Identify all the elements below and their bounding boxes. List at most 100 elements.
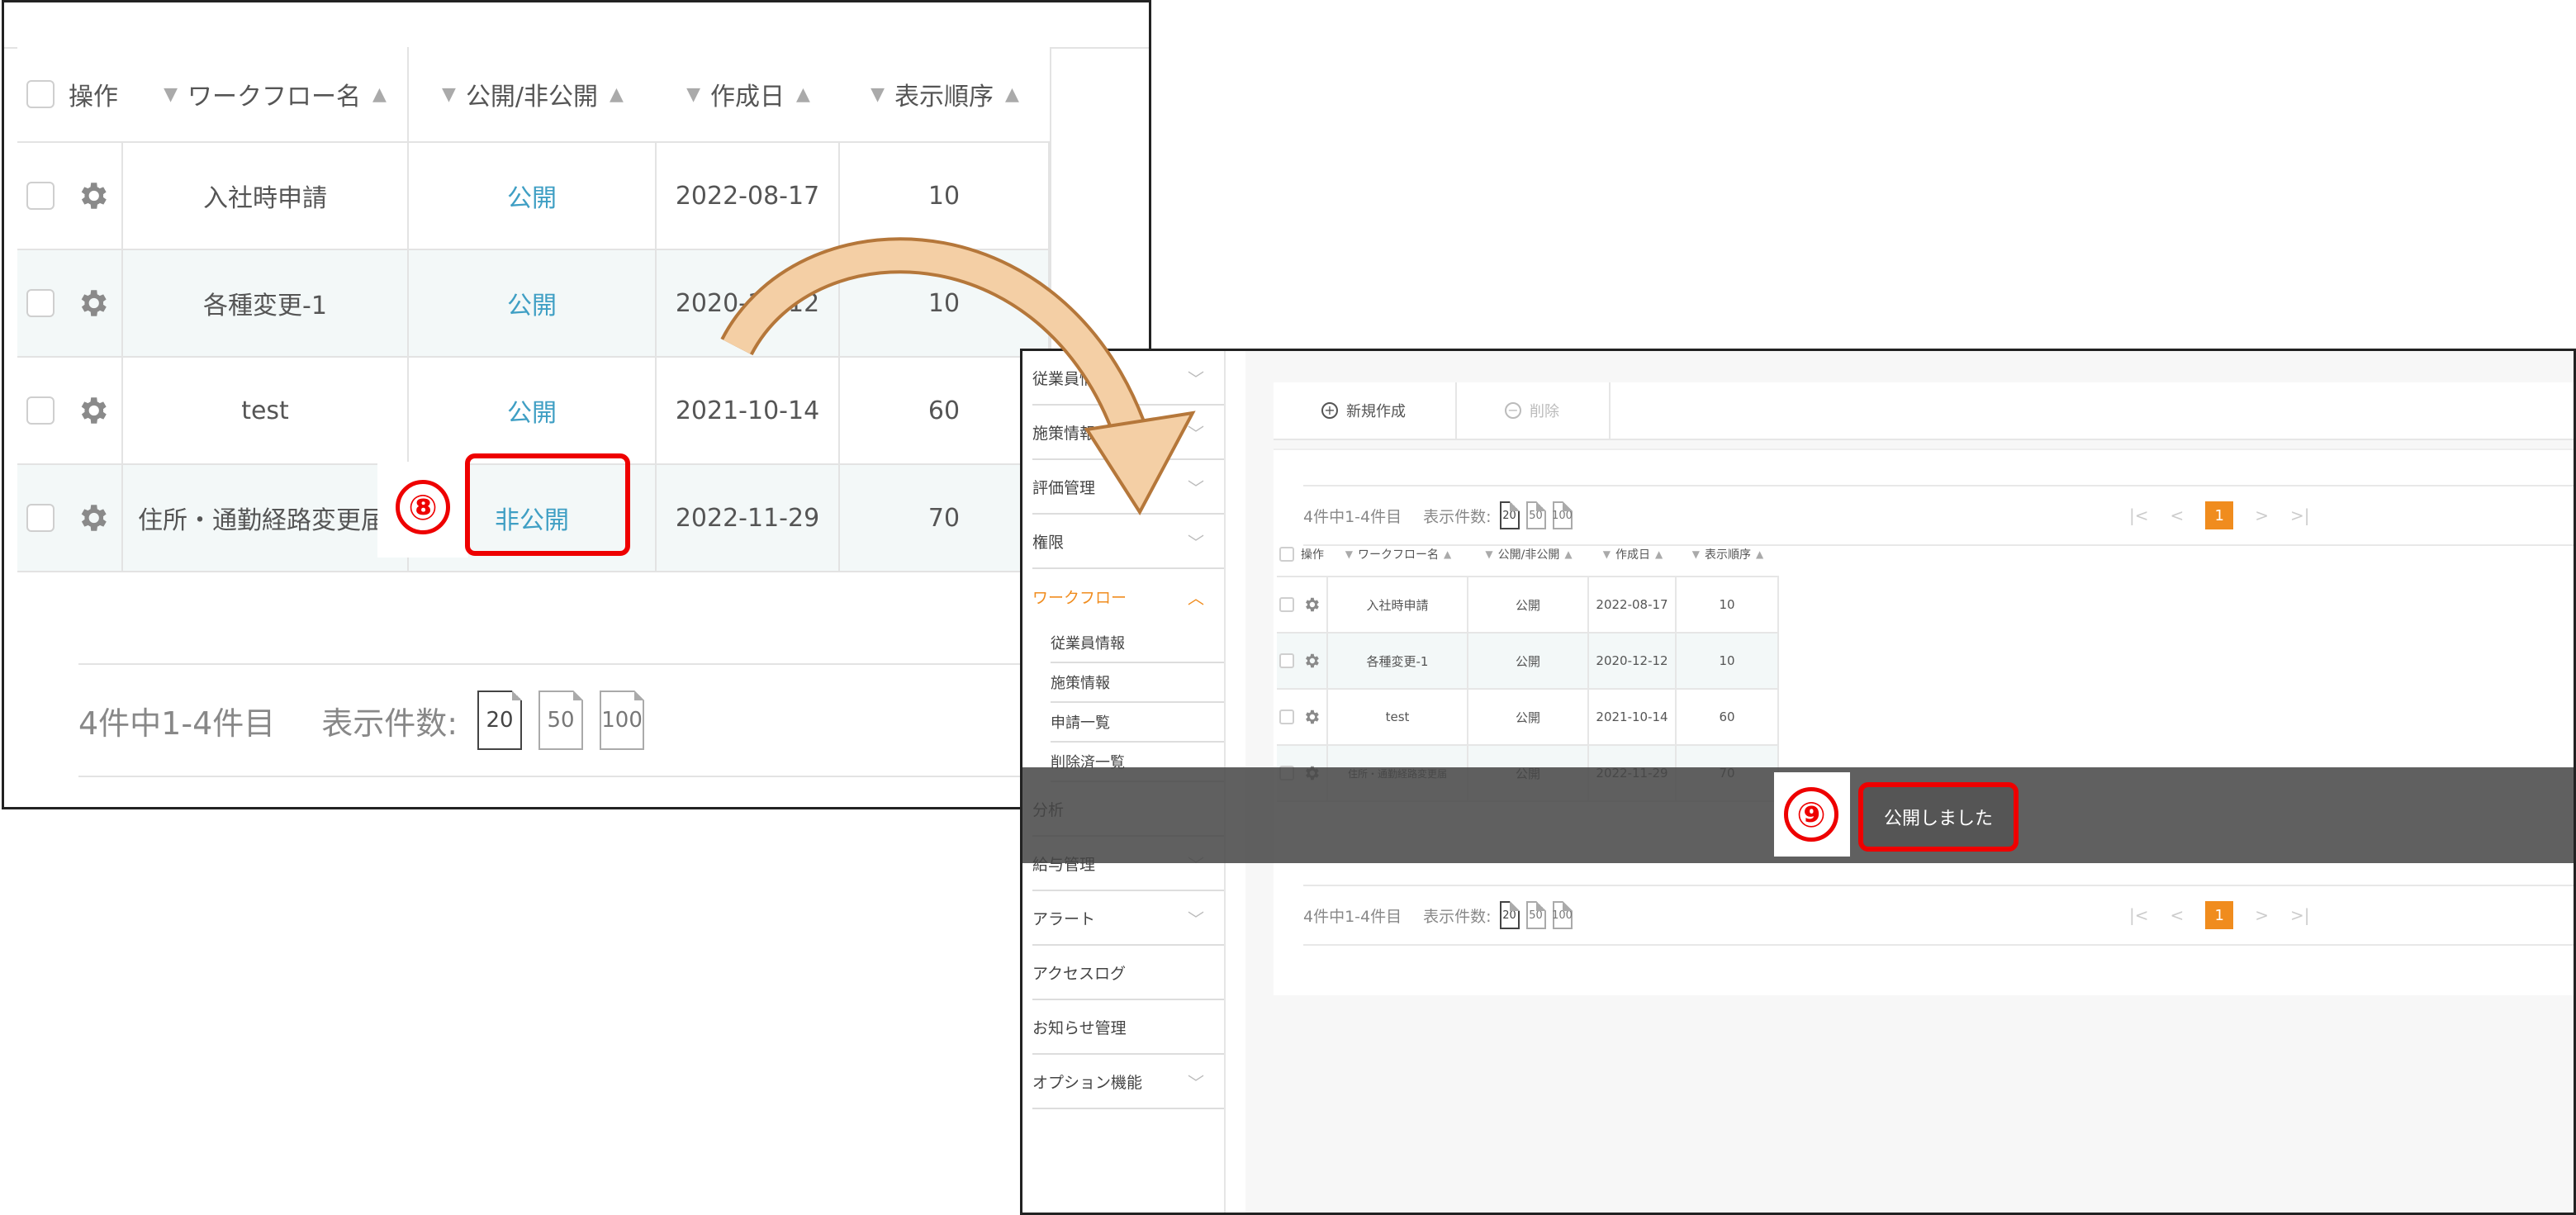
sort-desc-icon[interactable]: ▼	[1603, 548, 1611, 560]
workflow-name[interactable]: 各種変更-1	[123, 250, 409, 356]
row-checkbox[interactable]	[26, 182, 55, 210]
sort-desc-icon[interactable]: ▼	[686, 84, 700, 105]
row-checkbox[interactable]	[26, 289, 55, 317]
sidebar-item-access-log[interactable]: アクセスログ	[1032, 946, 1224, 1000]
sidebar-sub-measures[interactable]: 施策情報	[1051, 663, 1224, 703]
sidebar-item-permissions[interactable]: 権限 ﹀	[1032, 515, 1224, 569]
status-link[interactable]: 公開	[409, 358, 657, 463]
page-size-label: 表示件数:	[321, 705, 458, 742]
sidebar-sub-requests[interactable]: 申請一覧	[1051, 703, 1224, 743]
workflow-name[interactable]: test	[123, 358, 409, 463]
created-date: 2021-10-14	[657, 358, 840, 463]
first-page-icon[interactable]: |<	[2129, 505, 2149, 525]
row-checkbox[interactable]	[1279, 653, 1294, 668]
select-all-checkbox[interactable]	[26, 80, 55, 108]
status-link[interactable]: 公開	[409, 250, 657, 356]
gear-icon[interactable]	[64, 250, 123, 356]
created-date: 2022-11-29	[657, 465, 840, 571]
sort-desc-icon[interactable]: ▼	[1485, 548, 1492, 560]
sort-asc-icon[interactable]: ▲	[1655, 548, 1663, 560]
sidebar-item-employee[interactable]: 従業員情報 ﹀	[1032, 351, 1224, 406]
page-size-20[interactable]: 20	[1499, 501, 1520, 529]
gear-icon[interactable]	[1297, 690, 1328, 744]
sidebar-sub-employee[interactable]: 従業員情報	[1051, 624, 1224, 663]
sort-asc-icon[interactable]: ▲	[1005, 84, 1019, 105]
status-link[interactable]: 公開	[1468, 690, 1589, 744]
header-status[interactable]: ▼ 公開/非公開 ▲	[1468, 533, 1589, 576]
prev-page-icon[interactable]: <	[2170, 505, 2185, 525]
gear-icon[interactable]	[64, 143, 123, 249]
gear-icon[interactable]	[64, 358, 123, 463]
sidebar-item-options[interactable]: オプション機能 ﹀	[1032, 1055, 1224, 1109]
workflow-name[interactable]: test	[1328, 690, 1468, 744]
page-size-50[interactable]: 50	[538, 691, 584, 750]
table-row: 各種変更-1 公開 2020-12-12 10	[17, 250, 1050, 358]
row-checkbox[interactable]	[1279, 710, 1294, 724]
row-checkbox[interactable]	[1279, 597, 1294, 612]
sort-asc-icon[interactable]: ▲	[372, 84, 387, 105]
sort-desc-icon[interactable]: ▼	[164, 84, 178, 105]
gear-icon[interactable]	[64, 465, 123, 571]
sidebar-item-alerts[interactable]: アラート ﹀	[1032, 891, 1224, 946]
header-name[interactable]: ▼ ワークフロー名 ▲	[143, 47, 409, 141]
result-count: 4件中1-4件目	[78, 705, 276, 742]
current-page[interactable]: 1	[2205, 901, 2234, 929]
current-page[interactable]: 1	[2205, 501, 2234, 529]
sidebar-item-notices[interactable]: お知らせ管理	[1032, 1000, 1224, 1055]
next-page-icon[interactable]: >	[2255, 905, 2269, 925]
sort-asc-icon[interactable]: ▲	[1444, 548, 1451, 560]
step-marker-9: ⑨	[1784, 787, 1838, 842]
page-size-20[interactable]: 20	[477, 691, 523, 750]
delete-button[interactable]: − 削除	[1457, 382, 1611, 439]
table-row: 各種変更-1 公開 2020-12-12 10	[1277, 634, 1779, 690]
sort-desc-icon[interactable]: ▼	[442, 84, 456, 105]
header-created[interactable]: ▼ 作成日 ▲	[657, 47, 840, 141]
first-page-icon[interactable]: |<	[2129, 905, 2149, 925]
workflow-name[interactable]: 入社時申請	[123, 143, 409, 249]
page-size-50[interactable]: 50	[1525, 501, 1546, 529]
header-order[interactable]: ▼ 表示順序 ▲	[840, 47, 1050, 141]
last-page-icon[interactable]: >|	[2290, 905, 2310, 925]
page-size-100[interactable]: 100	[1552, 901, 1573, 929]
sidebar-item-workflow[interactable]: ワークフロー ︿	[1032, 569, 1224, 624]
workflow-name[interactable]: 住所・通勤経路変更届	[123, 465, 409, 571]
last-page-icon[interactable]: >|	[2290, 505, 2310, 525]
display-order: 70	[840, 465, 1050, 571]
sort-asc-icon[interactable]: ▲	[1564, 548, 1572, 560]
header-created[interactable]: ▼ 作成日 ▲	[1589, 533, 1677, 576]
page-nav: |< < 1 > >|	[2129, 501, 2332, 529]
sort-desc-icon[interactable]: ▼	[1345, 548, 1353, 560]
sidebar-item-evaluation[interactable]: 評価管理 ﹀	[1032, 460, 1224, 515]
workflow-name[interactable]: 各種変更-1	[1328, 634, 1468, 688]
prev-page-icon[interactable]: <	[2170, 905, 2185, 925]
page-size-100[interactable]: 100	[1552, 501, 1573, 529]
sort-asc-icon[interactable]: ▲	[610, 84, 624, 105]
table-row: 入社時申請 公開 2022-08-17 10	[17, 143, 1050, 250]
select-all-checkbox[interactable]	[1279, 547, 1294, 562]
page-size-label: 表示件数:	[1423, 507, 1492, 526]
page-size-100[interactable]: 100	[600, 691, 645, 750]
sort-asc-icon[interactable]: ▲	[1756, 548, 1763, 560]
next-page-icon[interactable]: >	[2255, 505, 2269, 525]
status-link[interactable]: 公開	[409, 143, 657, 249]
status-link[interactable]: 公開	[1468, 634, 1589, 688]
chevron-down-icon: ﹀	[1188, 368, 1204, 389]
row-checkbox[interactable]	[26, 504, 55, 532]
header-name[interactable]: ▼ ワークフロー名 ▲	[1328, 533, 1468, 576]
sort-asc-icon[interactable]: ▲	[796, 84, 810, 105]
gear-icon[interactable]	[1297, 577, 1328, 632]
page-size-20[interactable]: 20	[1499, 901, 1520, 929]
gear-icon[interactable]	[1297, 634, 1328, 688]
sidebar-item-measures[interactable]: 施策情報 ﹀	[1032, 406, 1224, 460]
row-checkbox[interactable]	[26, 396, 55, 425]
new-button[interactable]: + 新規作成	[1274, 382, 1457, 439]
created-date: 2020-12-12	[1589, 634, 1677, 688]
sort-desc-icon[interactable]: ▼	[871, 84, 885, 105]
status-link[interactable]: 公開	[1468, 577, 1589, 632]
sort-desc-icon[interactable]: ▼	[1692, 548, 1700, 560]
page-size-50[interactable]: 50	[1525, 901, 1546, 929]
header-status[interactable]: ▼ 公開/非公開 ▲	[409, 47, 657, 141]
plus-icon: +	[1321, 402, 1338, 419]
workflow-name[interactable]: 入社時申請	[1328, 577, 1468, 632]
header-order[interactable]: ▼ 表示順序 ▲	[1677, 533, 1779, 576]
